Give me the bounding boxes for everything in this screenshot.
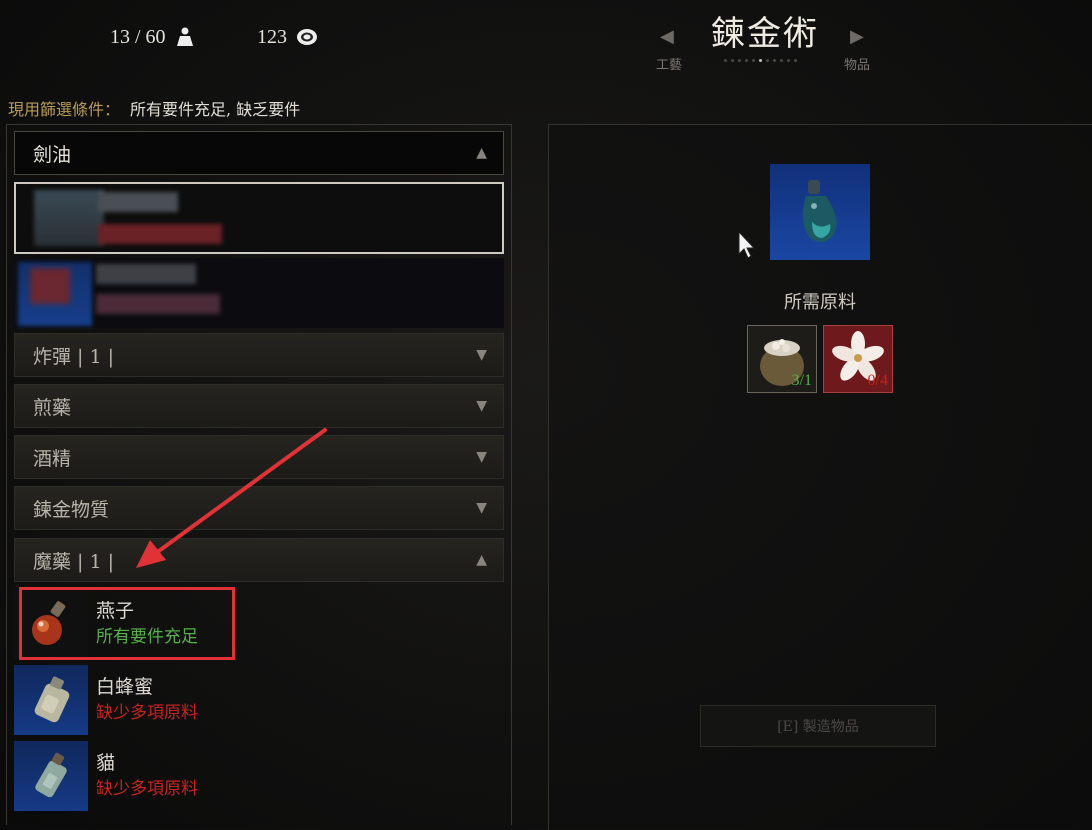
category-label: 鍊金物質: [33, 498, 110, 521]
ingredient-flower[interactable]: 0/4: [823, 325, 893, 393]
highlight-box: [19, 587, 235, 660]
next-tab-arrow-icon[interactable]: ▶: [850, 26, 864, 47]
category-label: 炸彈 | 1 |: [33, 345, 115, 368]
category-potions[interactable]: 魔藥 | 1 | ▲: [14, 538, 504, 582]
page-indicator: [724, 59, 797, 62]
expand-arrow-icon: ▼: [476, 449, 487, 465]
weight-value: 13 / 60: [110, 25, 166, 48]
potion-item-cat[interactable]: 貓 缺少多項原料: [14, 741, 504, 811]
collapse-arrow-icon: ▲: [476, 552, 487, 568]
category-label: 劍油: [33, 143, 72, 166]
mouse-cursor-icon: [737, 230, 757, 264]
next-tab-label[interactable]: 物品: [844, 54, 870, 73]
ingredient-jar[interactable]: 3/1: [747, 325, 817, 393]
potion-item-white-honey[interactable]: 白蜂蜜 缺少多項原料: [14, 665, 504, 735]
expand-arrow-icon: ▼: [476, 500, 487, 516]
potion-name: 白蜂蜜: [96, 676, 154, 698]
crowns-value: 123: [257, 25, 287, 48]
prev-tab-arrow-icon[interactable]: ◀: [660, 26, 674, 47]
category-label: 煎藥: [33, 396, 72, 419]
potion-status: 缺少多項原料: [96, 779, 198, 799]
prev-tab-label[interactable]: 工藝: [656, 54, 682, 73]
blade-oil-entry-selected[interactable]: [14, 182, 504, 254]
category-label: 魔藥 | 1 |: [33, 550, 115, 573]
weight-stat: 13 / 60: [110, 22, 196, 52]
collapse-arrow-icon: ▲: [476, 145, 487, 161]
category-decoctions[interactable]: 煎藥 ▼: [14, 384, 504, 428]
blade-oil-icon: [770, 164, 870, 260]
expand-arrow-icon: ▼: [476, 347, 487, 363]
filter-label: 現用篩選條件：: [8, 100, 121, 119]
category-label: 酒精: [33, 447, 72, 470]
coin-icon: [295, 26, 319, 48]
category-bombs[interactable]: 炸彈 | 1 | ▼: [14, 333, 504, 377]
filter-value: 所有要件充足, 缺乏要件: [130, 100, 301, 119]
potion-name: 貓: [96, 752, 116, 774]
blade-oil-entry[interactable]: [14, 258, 504, 328]
crowns-stat: 123: [257, 22, 319, 52]
ingredient-count: 0/4: [867, 372, 888, 389]
category-blade-oils[interactable]: 劍油 ▲: [14, 131, 504, 175]
potion-status: 缺少多項原料: [96, 703, 198, 723]
category-alcohol[interactable]: 酒精 ▼: [14, 435, 504, 479]
white-honey-potion-icon: [14, 665, 88, 735]
craft-item-button[interactable]: [E] 製造物品: [700, 705, 936, 747]
required-ingredients-label: 所需原料: [784, 292, 856, 313]
expand-arrow-icon: ▼: [476, 398, 487, 414]
weight-icon: [174, 26, 196, 48]
category-alchemy-substances[interactable]: 鍊金物質 ▼: [14, 486, 504, 530]
cat-potion-icon: [14, 741, 88, 811]
page-title: 鍊金術: [711, 14, 819, 54]
active-filter[interactable]: 現用篩選條件： 所有要件充足, 缺乏要件: [8, 96, 300, 120]
ingredient-count: 3/1: [791, 372, 812, 389]
